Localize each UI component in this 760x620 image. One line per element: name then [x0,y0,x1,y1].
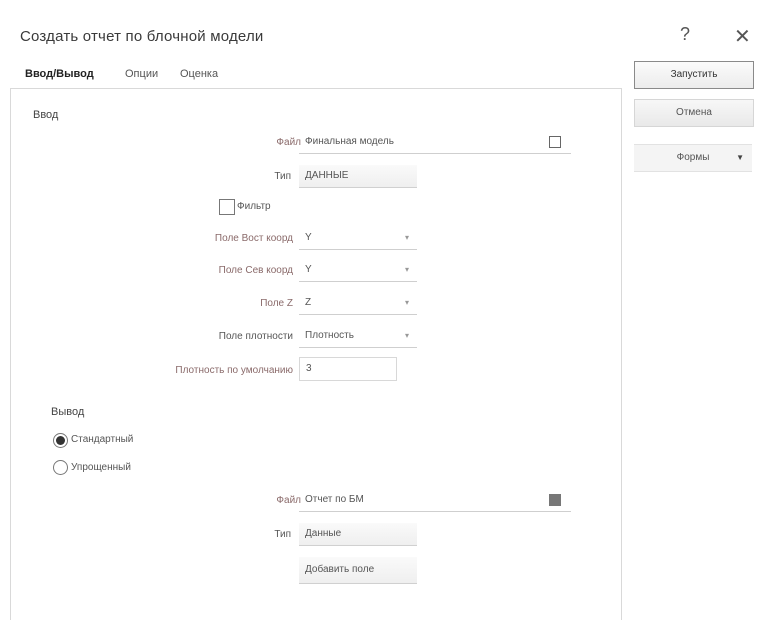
standard-radio[interactable] [53,433,68,448]
input-type-select[interactable]: ДАННЫЕ [299,165,417,188]
north-field-select[interactable]: Y ▾ [299,259,417,282]
z-field-select[interactable]: Z ▾ [299,292,417,315]
output-file-field[interactable]: Отчет по БМ [299,489,571,512]
forms-dropdown-label: Формы [676,152,710,163]
density-field-value: Плотность [305,330,354,341]
output-type-select[interactable]: Данные [299,523,417,546]
input-output-panel: Ввод Файл Финальная модель Тип ДАННЫЕ Фи… [10,88,622,620]
east-field-value: Y [305,232,312,243]
input-file-label: Файл [276,137,301,148]
density-field-select[interactable]: Плотность ▾ [299,325,417,348]
run-button-label: Запустить [670,69,718,80]
add-field-button[interactable]: Добавить поле [299,557,417,584]
default-density-input[interactable]: 3 [299,357,397,381]
help-icon[interactable]: ? [680,24,690,45]
tab-input-output[interactable]: Ввод/Вывод [25,68,94,80]
north-field-value: Y [305,264,312,275]
input-file-value: Финальная модель [305,136,394,147]
z-field-label: Поле Z [260,298,293,309]
browse-icon[interactable] [549,136,561,148]
input-type-value: ДАННЫЕ [305,170,349,181]
output-file-label: Файл [276,495,301,506]
input-section-title: Ввод [33,109,59,121]
dialog-title: Создать отчет по блочной модели [20,28,264,45]
east-field-select[interactable]: Y ▾ [299,227,417,250]
filter-label: Фильтр [237,201,271,212]
tab-evaluation[interactable]: Оценка [180,68,218,80]
dialog-titlebar: Создать отчет по блочной модели ? ✕ [0,0,760,70]
output-type-value: Данные [305,528,342,539]
east-field-label: Поле Вост коорд [214,233,293,244]
chevron-down-icon: ▾ [404,233,409,242]
simplified-radio-label: Упрощенный [71,462,131,473]
density-field-label: Поле плотности [218,331,293,342]
cancel-button[interactable]: Отмена [634,99,754,127]
chevron-down-icon: ▾ [404,298,409,307]
north-field-label: Поле Сев коорд [218,265,293,276]
cancel-button-label: Отмена [676,107,712,118]
run-button[interactable]: Запустить [634,61,754,89]
input-file-field[interactable]: Финальная модель [299,131,571,154]
close-icon[interactable]: ✕ [734,24,751,49]
filter-checkbox[interactable] [219,199,235,215]
output-section-title: Вывод [51,406,85,418]
output-file-value: Отчет по БМ [305,494,364,505]
add-field-label: Добавить поле [305,564,375,575]
simplified-radio[interactable] [53,460,68,475]
chevron-down-icon: ▾ [404,331,409,340]
default-density-label: Плотность по умолчанию [175,365,293,376]
tab-options[interactable]: Опции [125,68,158,80]
output-type-label: Тип [274,529,291,540]
forms-dropdown[interactable]: Формы ▼ [634,144,752,172]
z-field-value: Z [305,297,312,308]
chevron-down-icon: ▼ [736,153,744,162]
default-density-value: 3 [306,363,312,374]
input-type-label: Тип [274,171,291,182]
browse-icon[interactable] [549,494,561,506]
standard-radio-label: Стандартный [71,434,134,445]
chevron-down-icon: ▾ [404,265,409,274]
